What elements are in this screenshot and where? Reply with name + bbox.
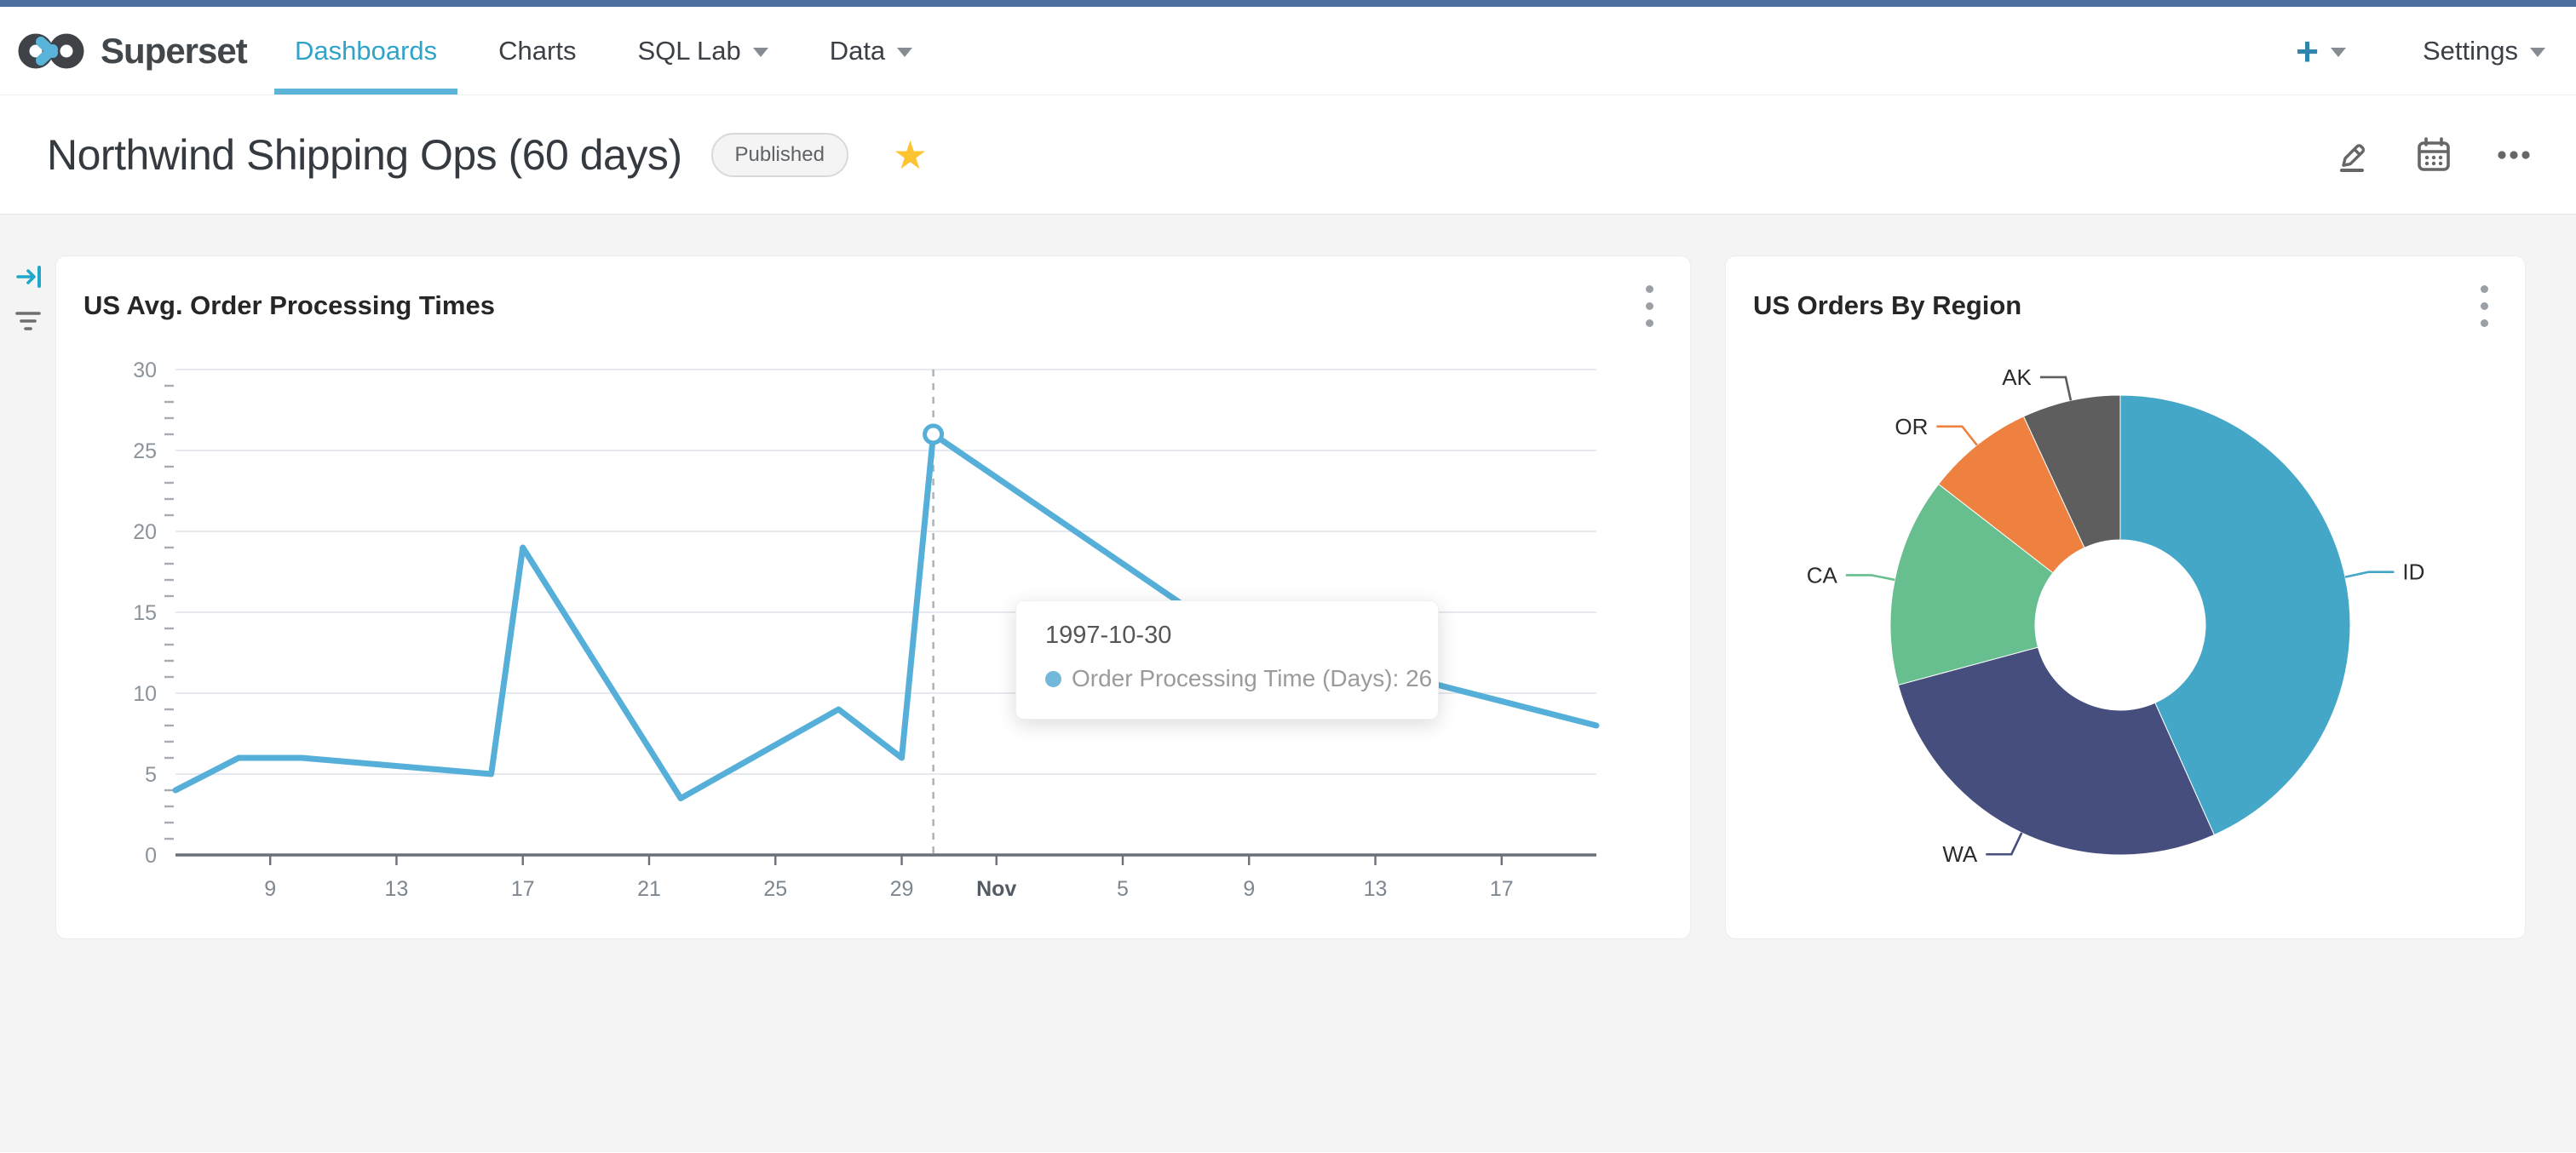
expand-arrow-icon bbox=[16, 266, 41, 288]
plus-icon: + bbox=[2296, 28, 2319, 73]
edit-dashboard-button[interactable] bbox=[2326, 127, 2382, 183]
superset-infinity-icon bbox=[18, 33, 84, 68]
nav-menu: Dashboards Charts SQL Lab Data bbox=[264, 7, 943, 95]
dashboard-header: Northwind Shipping Ops (60 days) Publish… bbox=[0, 95, 2576, 215]
superset-logo[interactable]: Superset bbox=[17, 31, 264, 72]
top-accent-bar bbox=[0, 0, 2576, 7]
chevron-down-icon bbox=[897, 48, 913, 57]
settings-menu[interactable]: Settings bbox=[2423, 36, 2545, 66]
svg-text:0: 0 bbox=[145, 844, 157, 868]
svg-text:17: 17 bbox=[511, 877, 535, 901]
svg-text:5: 5 bbox=[145, 763, 157, 787]
chevron-down-icon bbox=[752, 48, 768, 57]
chart-card-order-processing: US Avg. Order Processing Times 0 5 10 15 20 2… bbox=[55, 255, 1691, 939]
svg-text:10: 10 bbox=[133, 682, 157, 706]
navbar-right: + Settings bbox=[2296, 32, 2545, 71]
svg-text:OR: OR bbox=[1895, 414, 1928, 439]
svg-text:CA: CA bbox=[1807, 562, 1838, 588]
svg-text:21: 21 bbox=[637, 877, 661, 901]
svg-text:5: 5 bbox=[1117, 877, 1129, 901]
svg-text:30: 30 bbox=[133, 359, 157, 382]
chevron-down-icon bbox=[2330, 48, 2346, 57]
nav-item-charts[interactable]: Charts bbox=[468, 7, 607, 95]
svg-text:9: 9 bbox=[264, 877, 276, 901]
svg-text:Nov: Nov bbox=[976, 877, 1016, 901]
svg-text:AK: AK bbox=[2002, 364, 2032, 390]
brand-name: Superset bbox=[101, 30, 248, 71]
tooltip-date: 1997-10-30 bbox=[1045, 622, 1172, 649]
svg-text:20: 20 bbox=[133, 520, 157, 544]
favorite-star-icon[interactable]: ★ bbox=[893, 135, 928, 175]
chart-tooltip: 1997-10-30 Order Processing Time (Days):… bbox=[1015, 600, 1439, 720]
tooltip-series-text: Order Processing Time (Days): 26 bbox=[1072, 665, 1433, 691]
filter-list-button[interactable] bbox=[14, 308, 44, 341]
chart-card-orders-by-region: US Orders By Region ID WA CA OR AK bbox=[1725, 255, 2526, 939]
schedule-button[interactable] bbox=[2406, 127, 2462, 183]
svg-text:13: 13 bbox=[1364, 877, 1388, 901]
nav-item-dashboards[interactable]: Dashboards bbox=[264, 7, 468, 95]
svg-text:WA: WA bbox=[1942, 841, 1978, 867]
nav-item-data[interactable]: Data bbox=[799, 7, 943, 95]
calendar-icon bbox=[2418, 136, 2450, 171]
series-dot-icon bbox=[1045, 670, 1061, 687]
svg-text:9: 9 bbox=[1243, 877, 1255, 901]
dashboard-grid: US Avg. Order Processing Times 0 5 10 15 20 2… bbox=[0, 215, 2576, 1152]
svg-text:25: 25 bbox=[763, 877, 787, 901]
more-actions-button[interactable] bbox=[2486, 127, 2542, 183]
published-badge[interactable]: Published bbox=[710, 132, 848, 177]
chevron-down-icon bbox=[2530, 48, 2545, 57]
svg-text:13: 13 bbox=[385, 877, 409, 901]
ellipsis-icon bbox=[2498, 150, 2530, 159]
svg-text:ID: ID bbox=[2402, 559, 2424, 585]
svg-text:29: 29 bbox=[890, 877, 914, 901]
filter-icon bbox=[15, 312, 41, 330]
donut-chart[interactable]: ID WA CA OR AK bbox=[1726, 256, 2527, 940]
expand-filter-bar-button[interactable] bbox=[15, 262, 44, 295]
navbar: Superset Dashboards Charts SQL Lab Data … bbox=[0, 7, 2576, 95]
svg-text:25: 25 bbox=[133, 439, 157, 463]
svg-text:15: 15 bbox=[133, 601, 157, 625]
nav-item-sql-lab[interactable]: SQL Lab bbox=[607, 7, 798, 95]
svg-text:17: 17 bbox=[1490, 877, 1514, 901]
header-actions bbox=[2326, 127, 2542, 183]
page-title: Northwind Shipping Ops (60 days) bbox=[47, 130, 682, 179]
line-chart[interactable]: 0 5 10 15 20 25 30 9 13 17 21 25 29 Nov 5 9 13 17 bbox=[56, 256, 1692, 940]
new-item-button[interactable]: + bbox=[2296, 32, 2346, 71]
edit-pencil-icon bbox=[2340, 143, 2366, 172]
tooltip-row: Order Processing Time (Days): 26 bbox=[1045, 665, 1438, 692]
